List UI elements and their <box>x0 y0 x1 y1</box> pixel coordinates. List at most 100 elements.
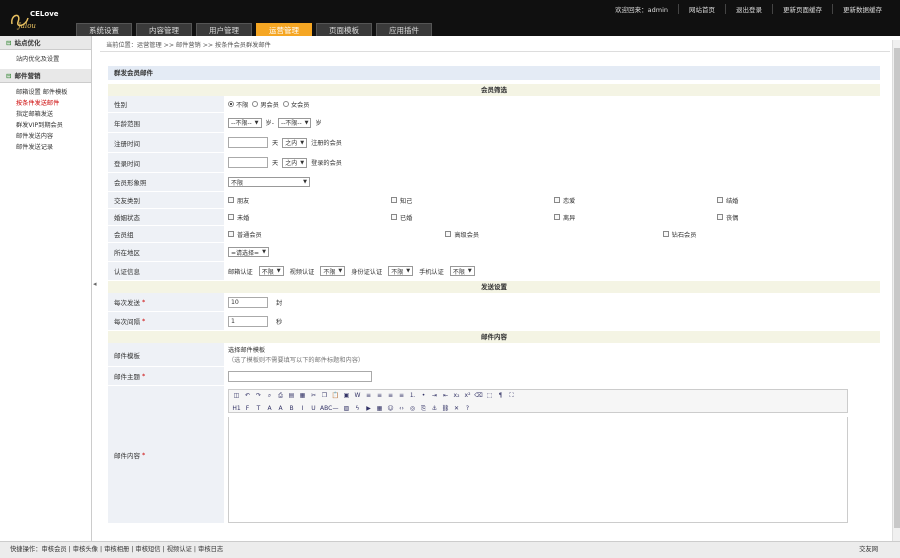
tab-users[interactable]: 用户管理 <box>196 23 252 36</box>
sidebar-item-vip-expire[interactable]: 群发VIP到期会员 <box>0 120 91 131</box>
editor-ind-icon[interactable]: ⇥ <box>430 391 439 400</box>
editor-emo-icon[interactable]: ☺ <box>386 404 395 413</box>
marital-checkbox[interactable]: 已婚 <box>391 213 554 222</box>
sidebar-item-seo-settings[interactable]: 站内优化及设置 <box>0 54 91 65</box>
editor-ptxt-icon[interactable]: ▣ <box>342 391 351 400</box>
editor-jf-icon[interactable]: ≡ <box>397 391 406 400</box>
logintime-input[interactable] <box>228 157 268 168</box>
editor-sub-icon[interactable]: x₂ <box>452 391 461 400</box>
collapse-sidebar-icon[interactable]: ◂ <box>93 280 97 294</box>
editor-f-icon[interactable]: F <box>243 404 252 413</box>
interval-input[interactable]: 1 <box>228 315 268 327</box>
editor-find-icon[interactable]: ⌕ <box>265 391 274 400</box>
friend-type-checkbox[interactable]: 恋爱 <box>554 196 717 205</box>
select-template-link[interactable]: 选择邮件模板 <box>228 345 265 354</box>
editor-hr-icon[interactable]: — <box>331 404 340 413</box>
editor-flash-icon[interactable]: ϟ <box>353 404 362 413</box>
sidebar-section-seo[interactable]: ⊟ 站点优化 <box>0 36 91 50</box>
email-verify-select[interactable]: 不限 <box>258 266 284 276</box>
video-verify-select[interactable]: 不限 <box>320 266 346 276</box>
scrollbar[interactable] <box>892 40 900 546</box>
editor-sel-icon[interactable]: ⬚ <box>485 391 494 400</box>
editor-code-icon[interactable]: ‹› <box>397 404 406 413</box>
editor-pword-icon[interactable]: W <box>353 391 362 400</box>
editor-ul-icon[interactable]: • <box>419 391 428 400</box>
editor-about-icon[interactable]: ? <box>463 404 472 413</box>
tab-content[interactable]: 内容管理 <box>136 23 192 36</box>
editor-paste-icon[interactable]: 📋 <box>331 391 340 400</box>
quick-links[interactable]: 快捷操作：审核会员 | 审核头像 | 审核相册 | 审核短信 | 视频认证 | … <box>10 546 223 553</box>
friend-type-checkbox[interactable]: 知己 <box>391 196 554 205</box>
editor-full-icon[interactable]: ⛶ <box>507 391 516 400</box>
editor-jc-icon[interactable]: ≡ <box>375 391 384 400</box>
group-checkbox[interactable]: 钻石会员 <box>662 230 880 239</box>
editor-print-icon[interactable]: ⎙ <box>276 391 285 400</box>
friend-type-checkbox[interactable]: 结婚 <box>717 196 880 205</box>
refresh-data-cache-link[interactable]: 更新数据缓存 <box>832 4 892 14</box>
sidebar-item-specific-send[interactable]: 指定邮箱发送 <box>0 109 91 120</box>
gender-male-radio[interactable]: 男会员 <box>252 100 279 109</box>
marital-checkbox[interactable]: 离异 <box>554 213 717 222</box>
group-checkbox[interactable]: 高级会员 <box>445 230 662 239</box>
tab-templates[interactable]: 页面模板 <box>316 23 372 36</box>
scroll-thumb[interactable] <box>894 48 900 528</box>
sidebar-item-mail-settings[interactable]: 邮箱设置 邮件模板 <box>0 87 91 98</box>
editor-cut-icon[interactable]: ✂ <box>309 391 318 400</box>
editor-a-icon[interactable]: A <box>265 404 274 413</box>
editor-clr-icon[interactable]: ⌫ <box>474 391 483 400</box>
editor-img-icon[interactable]: ▨ <box>342 404 351 413</box>
editor-ol-icon[interactable]: ⒈ <box>408 391 417 400</box>
editor-fmt-icon[interactable]: ¶ <box>496 391 505 400</box>
editor-out-icon[interactable]: ⇤ <box>441 391 450 400</box>
editor-redo-icon[interactable]: ↷ <box>254 391 263 400</box>
refresh-page-cache-link[interactable]: 更新页面缓存 <box>772 4 832 14</box>
region-select[interactable]: =请选择= <box>228 247 269 257</box>
sidebar-item-send-content[interactable]: 邮件发送内容 <box>0 131 91 142</box>
editor-unlink-icon[interactable]: ✕ <box>452 404 461 413</box>
editor-link-icon[interactable]: ⛓ <box>441 404 450 413</box>
editor-copy-icon[interactable]: ❐ <box>320 391 329 400</box>
editor-tbl-icon[interactable]: ▦ <box>375 404 384 413</box>
editor-abc-icon[interactable]: ABC <box>320 404 332 413</box>
age-from-select[interactable]: --不限-- <box>228 117 262 128</box>
tab-operations[interactable]: 运营管理 <box>256 23 312 36</box>
marital-checkbox[interactable]: 未婚 <box>228 213 391 222</box>
gender-any-radio[interactable]: 不限 <box>228 100 248 109</box>
site-home-link[interactable]: 网站首页 <box>678 4 725 14</box>
editor-b-icon[interactable]: B <box>287 404 296 413</box>
logintime-rel-select[interactable]: 之内 <box>282 157 308 168</box>
editor-src-icon[interactable]: ◫ <box>232 391 241 400</box>
tab-system[interactable]: 系统设置 <box>76 23 132 36</box>
regtime-rel-select[interactable]: 之内 <box>282 137 308 148</box>
sidebar-item-send-log[interactable]: 邮件发送记录 <box>0 142 91 153</box>
id-verify-select[interactable]: 不限 <box>388 266 414 276</box>
editor-i-icon[interactable]: I <box>298 404 307 413</box>
age-to-select[interactable]: --不限-- <box>277 117 312 128</box>
sidebar-item-conditional-send[interactable]: 按条件发送邮件 <box>0 98 91 109</box>
photo-select[interactable]: 不限 <box>228 177 310 187</box>
editor-tpl-icon[interactable]: ▦ <box>298 391 307 400</box>
editor-u-icon[interactable]: U <box>309 404 318 413</box>
regtime-input[interactable] <box>228 137 268 148</box>
editor-jl-icon[interactable]: ≡ <box>364 391 373 400</box>
gender-female-radio[interactable]: 女会员 <box>282 100 310 109</box>
editor-undo-icon[interactable]: ↶ <box>243 391 252 400</box>
editor-page-icon[interactable]: ⎘ <box>419 404 428 413</box>
sidebar-section-email[interactable]: ⊟ 邮件营销 <box>0 69 91 83</box>
per-batch-input[interactable]: 10 <box>228 296 268 308</box>
marital-checkbox[interactable]: 丧偶 <box>717 213 880 222</box>
group-checkbox[interactable]: 普通会员 <box>228 230 445 239</box>
friend-type-checkbox[interactable]: 朋友 <box>228 196 391 205</box>
editor-anc-icon[interactable]: ⚓ <box>430 404 439 413</box>
editor-t-icon[interactable]: T <box>254 404 263 413</box>
phone-verify-select[interactable]: 不限 <box>449 266 475 276</box>
logout-link[interactable]: 退出登录 <box>725 4 772 14</box>
editor-sup-icon[interactable]: x² <box>463 391 472 400</box>
editor-body[interactable] <box>228 417 848 523</box>
editor-media-icon[interactable]: ▶ <box>364 404 373 413</box>
tab-plugins[interactable]: 应用插件 <box>376 23 432 36</box>
editor-preview-icon[interactable]: ▤ <box>287 391 296 400</box>
editor-jr-icon[interactable]: ≡ <box>386 391 395 400</box>
subject-input[interactable] <box>228 370 372 382</box>
editor-h1-icon[interactable]: H1 <box>232 404 241 413</box>
